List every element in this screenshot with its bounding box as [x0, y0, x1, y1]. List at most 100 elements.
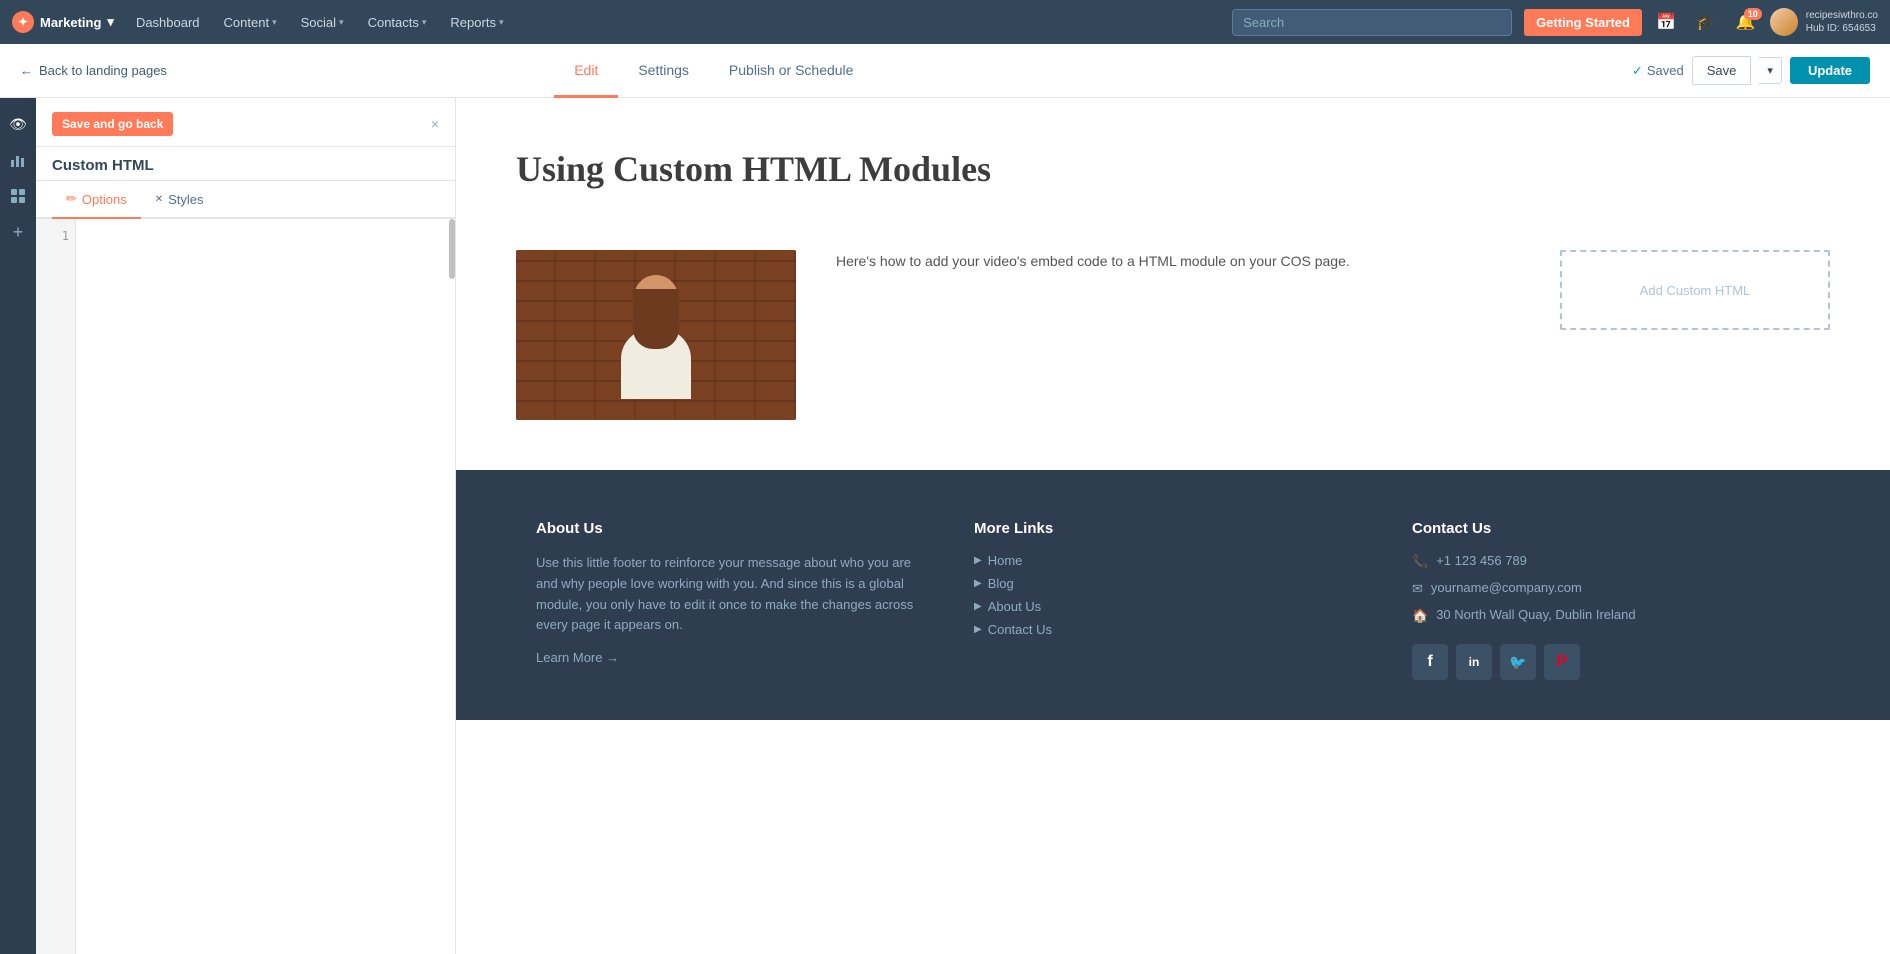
- update-button[interactable]: Update: [1790, 57, 1870, 84]
- notifications-button[interactable]: 🔔 10: [1730, 8, 1762, 36]
- editor-tabs: Edit Settings Publish or Schedule: [554, 44, 873, 97]
- contact-email: ✉ yourname@company.com: [1412, 580, 1810, 597]
- tab-edit[interactable]: Edit: [554, 44, 618, 98]
- second-bar: ← Back to landing pages Edit Settings Pu…: [0, 44, 1890, 98]
- back-link-label: Back to landing pages: [39, 63, 167, 78]
- saved-label: Saved: [1647, 63, 1684, 78]
- footer-link-contact[interactable]: ▶ Contact Us: [974, 622, 1372, 637]
- footer-about: About Us Use this little footer to reinf…: [536, 520, 934, 680]
- notification-badge: 10: [1744, 8, 1762, 20]
- footer-link-home-label: Home: [988, 553, 1023, 568]
- user-hub: Hub ID: 654653: [1806, 22, 1878, 35]
- pinterest-icon[interactable]: P: [1544, 644, 1580, 680]
- address-icon: 🏠: [1412, 608, 1428, 624]
- tab-settings[interactable]: Settings: [618, 44, 709, 98]
- email-icon: ✉: [1412, 581, 1423, 597]
- content-text: Here's how to add your video's embed cod…: [836, 250, 1350, 272]
- contact-email-text: yourname@company.com: [1431, 580, 1582, 595]
- graduation-icon-button[interactable]: 🎓: [1690, 8, 1722, 36]
- custom-html-box[interactable]: Add Custom HTML: [1560, 250, 1830, 330]
- tab-publish[interactable]: Publish or Schedule: [709, 44, 874, 98]
- content-row: Here's how to add your video's embed cod…: [456, 230, 1890, 470]
- nav-dashboard-label: Dashboard: [136, 15, 200, 30]
- nav-reports-chevron: ▾: [499, 17, 504, 28]
- footer-grid: About Us Use this little footer to reinf…: [536, 520, 1810, 680]
- module-icon-button[interactable]: [2, 180, 34, 212]
- footer-learn-more[interactable]: Learn More →: [536, 650, 934, 665]
- page-footer: About Us Use this little footer to reinf…: [456, 470, 1890, 720]
- calendar-icon-button[interactable]: 📅: [1650, 8, 1682, 36]
- twitter-icon[interactable]: 🐦: [1500, 644, 1536, 680]
- facebook-icon[interactable]: f: [1412, 644, 1448, 680]
- brand-logo[interactable]: ✦ Marketing ▾: [12, 11, 114, 33]
- linkedin-icon[interactable]: in: [1456, 644, 1492, 680]
- user-avatar[interactable]: [1770, 8, 1798, 36]
- tab-publish-label: Publish or Schedule: [729, 62, 854, 78]
- pencil-icon: ✏: [66, 191, 77, 207]
- brand-chevron: ▾: [107, 14, 114, 30]
- contact-address-text: 30 North Wall Quay, Dublin Ireland: [1436, 607, 1635, 622]
- back-arrow-icon: ←: [20, 63, 33, 78]
- footer-about-title: About Us: [536, 520, 934, 537]
- nav-social-label: Social: [301, 15, 336, 30]
- panel-tab-styles[interactable]: ✕ Styles: [141, 181, 218, 219]
- content-image: [516, 250, 796, 420]
- nav-dashboard[interactable]: Dashboard: [126, 0, 210, 44]
- toolbar-right: ✓ Saved Save ▾ Update: [1632, 56, 1870, 85]
- panel-close-button[interactable]: ×: [431, 116, 439, 132]
- nav-actions: Getting Started 📅 🎓 🔔 10 recipesiwthrο.c…: [1524, 8, 1878, 36]
- panel-tab-options[interactable]: ✏ Options: [52, 181, 141, 219]
- sprocket-icon: ✦: [12, 11, 34, 33]
- footer-link-home[interactable]: ▶ Home: [974, 553, 1372, 568]
- code-editor-area: 1: [36, 219, 455, 954]
- footer-links-title: More Links: [974, 520, 1372, 537]
- panel-tabs: ✏ Options ✕ Styles: [36, 181, 455, 219]
- save-dropdown-button[interactable]: ▾: [1759, 57, 1782, 84]
- check-icon: ✓: [1632, 63, 1643, 79]
- nav-reports-label: Reports: [450, 15, 496, 30]
- getting-started-button[interactable]: Getting Started: [1524, 9, 1642, 36]
- x-icon: ✕: [155, 194, 163, 205]
- scrollbar-vertical[interactable]: [449, 219, 455, 279]
- icon-bar: 👁 +: [0, 98, 36, 954]
- phone-icon: 📞: [1412, 554, 1428, 570]
- custom-html-placeholder: Add Custom HTML: [1640, 283, 1751, 298]
- nav-content[interactable]: Content ▾: [214, 0, 287, 44]
- learn-more-label: Learn More →: [536, 650, 619, 665]
- panel-tab-styles-label: Styles: [168, 192, 203, 207]
- save-go-back-button[interactable]: Save and go back: [52, 112, 173, 136]
- arrow-icon-4: ▶: [974, 624, 982, 635]
- eye-icon-button[interactable]: 👁: [2, 108, 34, 140]
- top-nav: ✦ Marketing ▾ Dashboard Content ▾ Social…: [0, 0, 1890, 44]
- analytics-icon-button[interactable]: [2, 144, 34, 176]
- user-info: recipesiwthrο.co Hub ID: 654653: [1806, 9, 1878, 35]
- contact-phone: 📞 +1 123 456 789: [1412, 553, 1810, 570]
- nav-reports[interactable]: Reports ▾: [440, 0, 513, 44]
- panel-header: Save and go back ×: [36, 98, 455, 147]
- content-paragraph: Here's how to add your video's embed cod…: [836, 250, 1350, 272]
- save-button[interactable]: Save: [1692, 56, 1752, 85]
- footer-link-about[interactable]: ▶ About Us: [974, 599, 1372, 614]
- content-area: Using Custom HTML Modules: [456, 98, 1890, 954]
- add-icon-button[interactable]: +: [2, 216, 34, 248]
- code-editor[interactable]: [36, 219, 455, 954]
- nav-contacts-chevron: ▾: [422, 17, 427, 28]
- search-input[interactable]: [1232, 9, 1512, 36]
- back-link[interactable]: ← Back to landing pages: [20, 63, 167, 78]
- footer-link-about-label: About Us: [988, 599, 1041, 614]
- footer-about-text: Use this little footer to reinforce your…: [536, 553, 934, 636]
- nav-content-label: Content: [224, 15, 270, 30]
- panel-tab-options-label: Options: [82, 192, 127, 207]
- footer-link-blog[interactable]: ▶ Blog: [974, 576, 1372, 591]
- grid-icon: [10, 188, 26, 204]
- footer-links: More Links ▶ Home ▶ Blog ▶ About Us: [974, 520, 1372, 680]
- nav-social[interactable]: Social ▾: [291, 0, 354, 44]
- nav-content-chevron: ▾: [272, 17, 277, 28]
- brand-label: Marketing: [40, 15, 101, 30]
- main-layout: 👁 + Save and go back × Custom HTML: [0, 98, 1890, 954]
- footer-link-contact-label: Contact Us: [988, 622, 1052, 637]
- page-hero: Using Custom HTML Modules: [456, 98, 1890, 230]
- panel-title: Custom HTML: [52, 157, 154, 174]
- editor-panel: Save and go back × Custom HTML ✏ Options…: [36, 98, 456, 954]
- nav-contacts[interactable]: Contacts ▾: [358, 0, 437, 44]
